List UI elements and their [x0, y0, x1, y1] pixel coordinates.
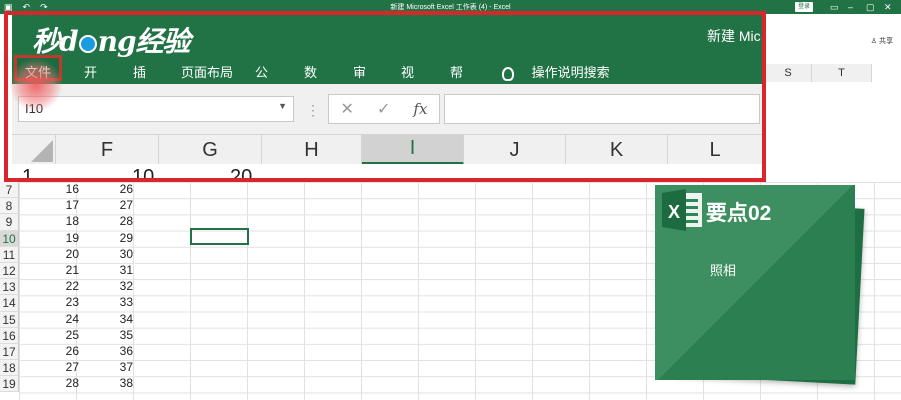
cell-e[interactable]: 24 — [29, 312, 79, 326]
ribbon-options-icon[interactable]: ▭ — [830, 0, 839, 14]
cell-e[interactable]: 22 — [29, 279, 79, 293]
cell-e[interactable]: 26 — [29, 344, 79, 358]
formula-buttons: ✕ ✓ fx — [328, 94, 440, 124]
row-header[interactable]: 11 — [0, 246, 19, 263]
select-all-triangle-icon — [31, 140, 53, 162]
row-header[interactable]: 7 — [0, 182, 19, 199]
cell-f[interactable]: 30 — [83, 247, 133, 261]
cell-f[interactable]: 35 — [83, 328, 133, 342]
formula-bar: I10 ▼ ⋮ ✕ ✓ fx — [12, 84, 763, 134]
row-header[interactable]: 9 — [0, 214, 19, 231]
column-header-s[interactable]: S — [765, 64, 812, 82]
cell-f[interactable]: 27 — [83, 198, 133, 212]
cell-f[interactable]: 33 — [83, 295, 133, 309]
tell-me-search[interactable]: 操作说明搜索 — [502, 58, 610, 85]
row-number: 1 — [22, 166, 34, 180]
cell-e[interactable]: 16 — [29, 182, 79, 196]
row-header[interactable]: 19 — [0, 376, 19, 393]
click-indicator — [9, 58, 63, 112]
person-icon: ♙ — [870, 38, 878, 45]
column-headers-zoomed: F G H I J K L — [12, 134, 763, 165]
cell-f[interactable]: 34 — [83, 312, 133, 326]
insert-function-icon[interactable]: fx — [413, 100, 427, 118]
brand-text-b: ng经验 — [97, 25, 191, 58]
select-all-button[interactable] — [12, 135, 56, 165]
ribbon-right-area: ♙ 共享 — [765, 14, 901, 64]
row-header[interactable]: 18 — [0, 360, 19, 377]
cell-e[interactable]: 23 — [29, 295, 79, 309]
minimize-icon[interactable]: – — [848, 0, 853, 14]
cell-f[interactable]: 36 — [83, 344, 133, 358]
column-header-k[interactable]: K — [566, 135, 668, 165]
cell-f1[interactable]: 10 — [132, 166, 154, 180]
cell-f[interactable]: 37 — [83, 360, 133, 374]
cell-f[interactable]: 28 — [83, 214, 133, 228]
document-title: 新建 Mic — [707, 28, 761, 44]
ribbon: 秒dng经验 新建 Mic 文件 开始 插入 页面布局 公式 数据 审阅 视图 … — [12, 14, 763, 99]
brand-o-icon — [78, 34, 97, 53]
active-cell-selection[interactable] — [190, 228, 249, 245]
enter-icon[interactable]: ✓ — [377, 99, 390, 119]
login-button[interactable]: 登录 — [795, 2, 814, 12]
share-label: 共享 — [879, 38, 893, 45]
column-header-j[interactable]: J — [464, 135, 566, 165]
chevron-down-icon[interactable]: ▼ — [278, 101, 287, 111]
zoomed-row-1: 1 10 20 — [12, 164, 763, 180]
title-bar: ▣ ↶ ↷ 新建 Microsoft Excel 工作表 (4) - Excel… — [0, 0, 901, 14]
row-header[interactable]: 16 — [0, 327, 19, 344]
card-item: 照相 — [710, 263, 737, 278]
cell-e[interactable]: 21 — [29, 263, 79, 277]
window-title: 新建 Microsoft Excel 工作表 (4) - Excel — [390, 4, 511, 11]
grip-icon[interactable]: ⋮ — [306, 102, 320, 119]
cell-e[interactable]: 18 — [29, 214, 79, 228]
cell-e[interactable]: 25 — [29, 328, 79, 342]
tell-me-label: 操作说明搜索 — [531, 65, 610, 80]
excel-logo-icon: X — [662, 189, 702, 231]
cell-e[interactable]: 27 — [29, 360, 79, 374]
maximize-icon[interactable]: ▢ — [866, 0, 875, 14]
column-header-t[interactable]: T — [812, 64, 872, 82]
cell-f[interactable]: 29 — [83, 231, 133, 245]
formula-input[interactable] — [444, 94, 760, 124]
column-header-l[interactable]: L — [668, 135, 763, 165]
lightbulb-icon — [502, 66, 514, 81]
tab-page-layout[interactable]: 页面布局 — [181, 58, 233, 85]
row-header[interactable]: 12 — [0, 262, 19, 280]
cell-e[interactable]: 20 — [29, 247, 79, 261]
cell-f[interactable]: 31 — [83, 263, 133, 277]
row-header[interactable]: 8 — [0, 198, 19, 215]
row-header[interactable]: 15 — [0, 311, 19, 328]
name-box[interactable]: I10 ▼ — [18, 96, 294, 122]
cell-g1[interactable]: 20 — [230, 166, 252, 180]
brand-text-a: 秒d — [32, 25, 79, 58]
card-title: 要点02 — [706, 202, 772, 225]
column-header-f[interactable]: F — [56, 135, 159, 165]
cell-e[interactable]: 28 — [29, 376, 79, 390]
cell-e[interactable]: 19 — [29, 231, 79, 245]
brand-watermark-logo: 秒d ng经验 — [32, 20, 191, 60]
row-header[interactable]: 13 — [0, 279, 19, 296]
cell-f[interactable]: 32 — [83, 279, 133, 293]
svg-text:X: X — [668, 202, 680, 222]
column-header-h[interactable]: H — [262, 135, 362, 165]
share-button[interactable]: ♙ 共享 — [871, 36, 893, 46]
cell-f[interactable]: 38 — [83, 376, 133, 390]
row-headers: 7 8 9 10 11 12 13 14 15 16 17 18 19 — [0, 182, 19, 393]
column-header-i[interactable]: I — [362, 135, 464, 165]
row-header[interactable]: 14 — [0, 295, 19, 312]
row-header[interactable]: 10 — [0, 230, 19, 247]
cancel-icon[interactable]: ✕ — [341, 99, 354, 119]
cell-f[interactable]: 26 — [83, 182, 133, 196]
row-header[interactable]: 17 — [0, 343, 19, 361]
cell-e[interactable]: 17 — [29, 198, 79, 212]
close-icon[interactable]: ✕ — [884, 0, 892, 14]
column-header-g[interactable]: G — [159, 135, 262, 165]
